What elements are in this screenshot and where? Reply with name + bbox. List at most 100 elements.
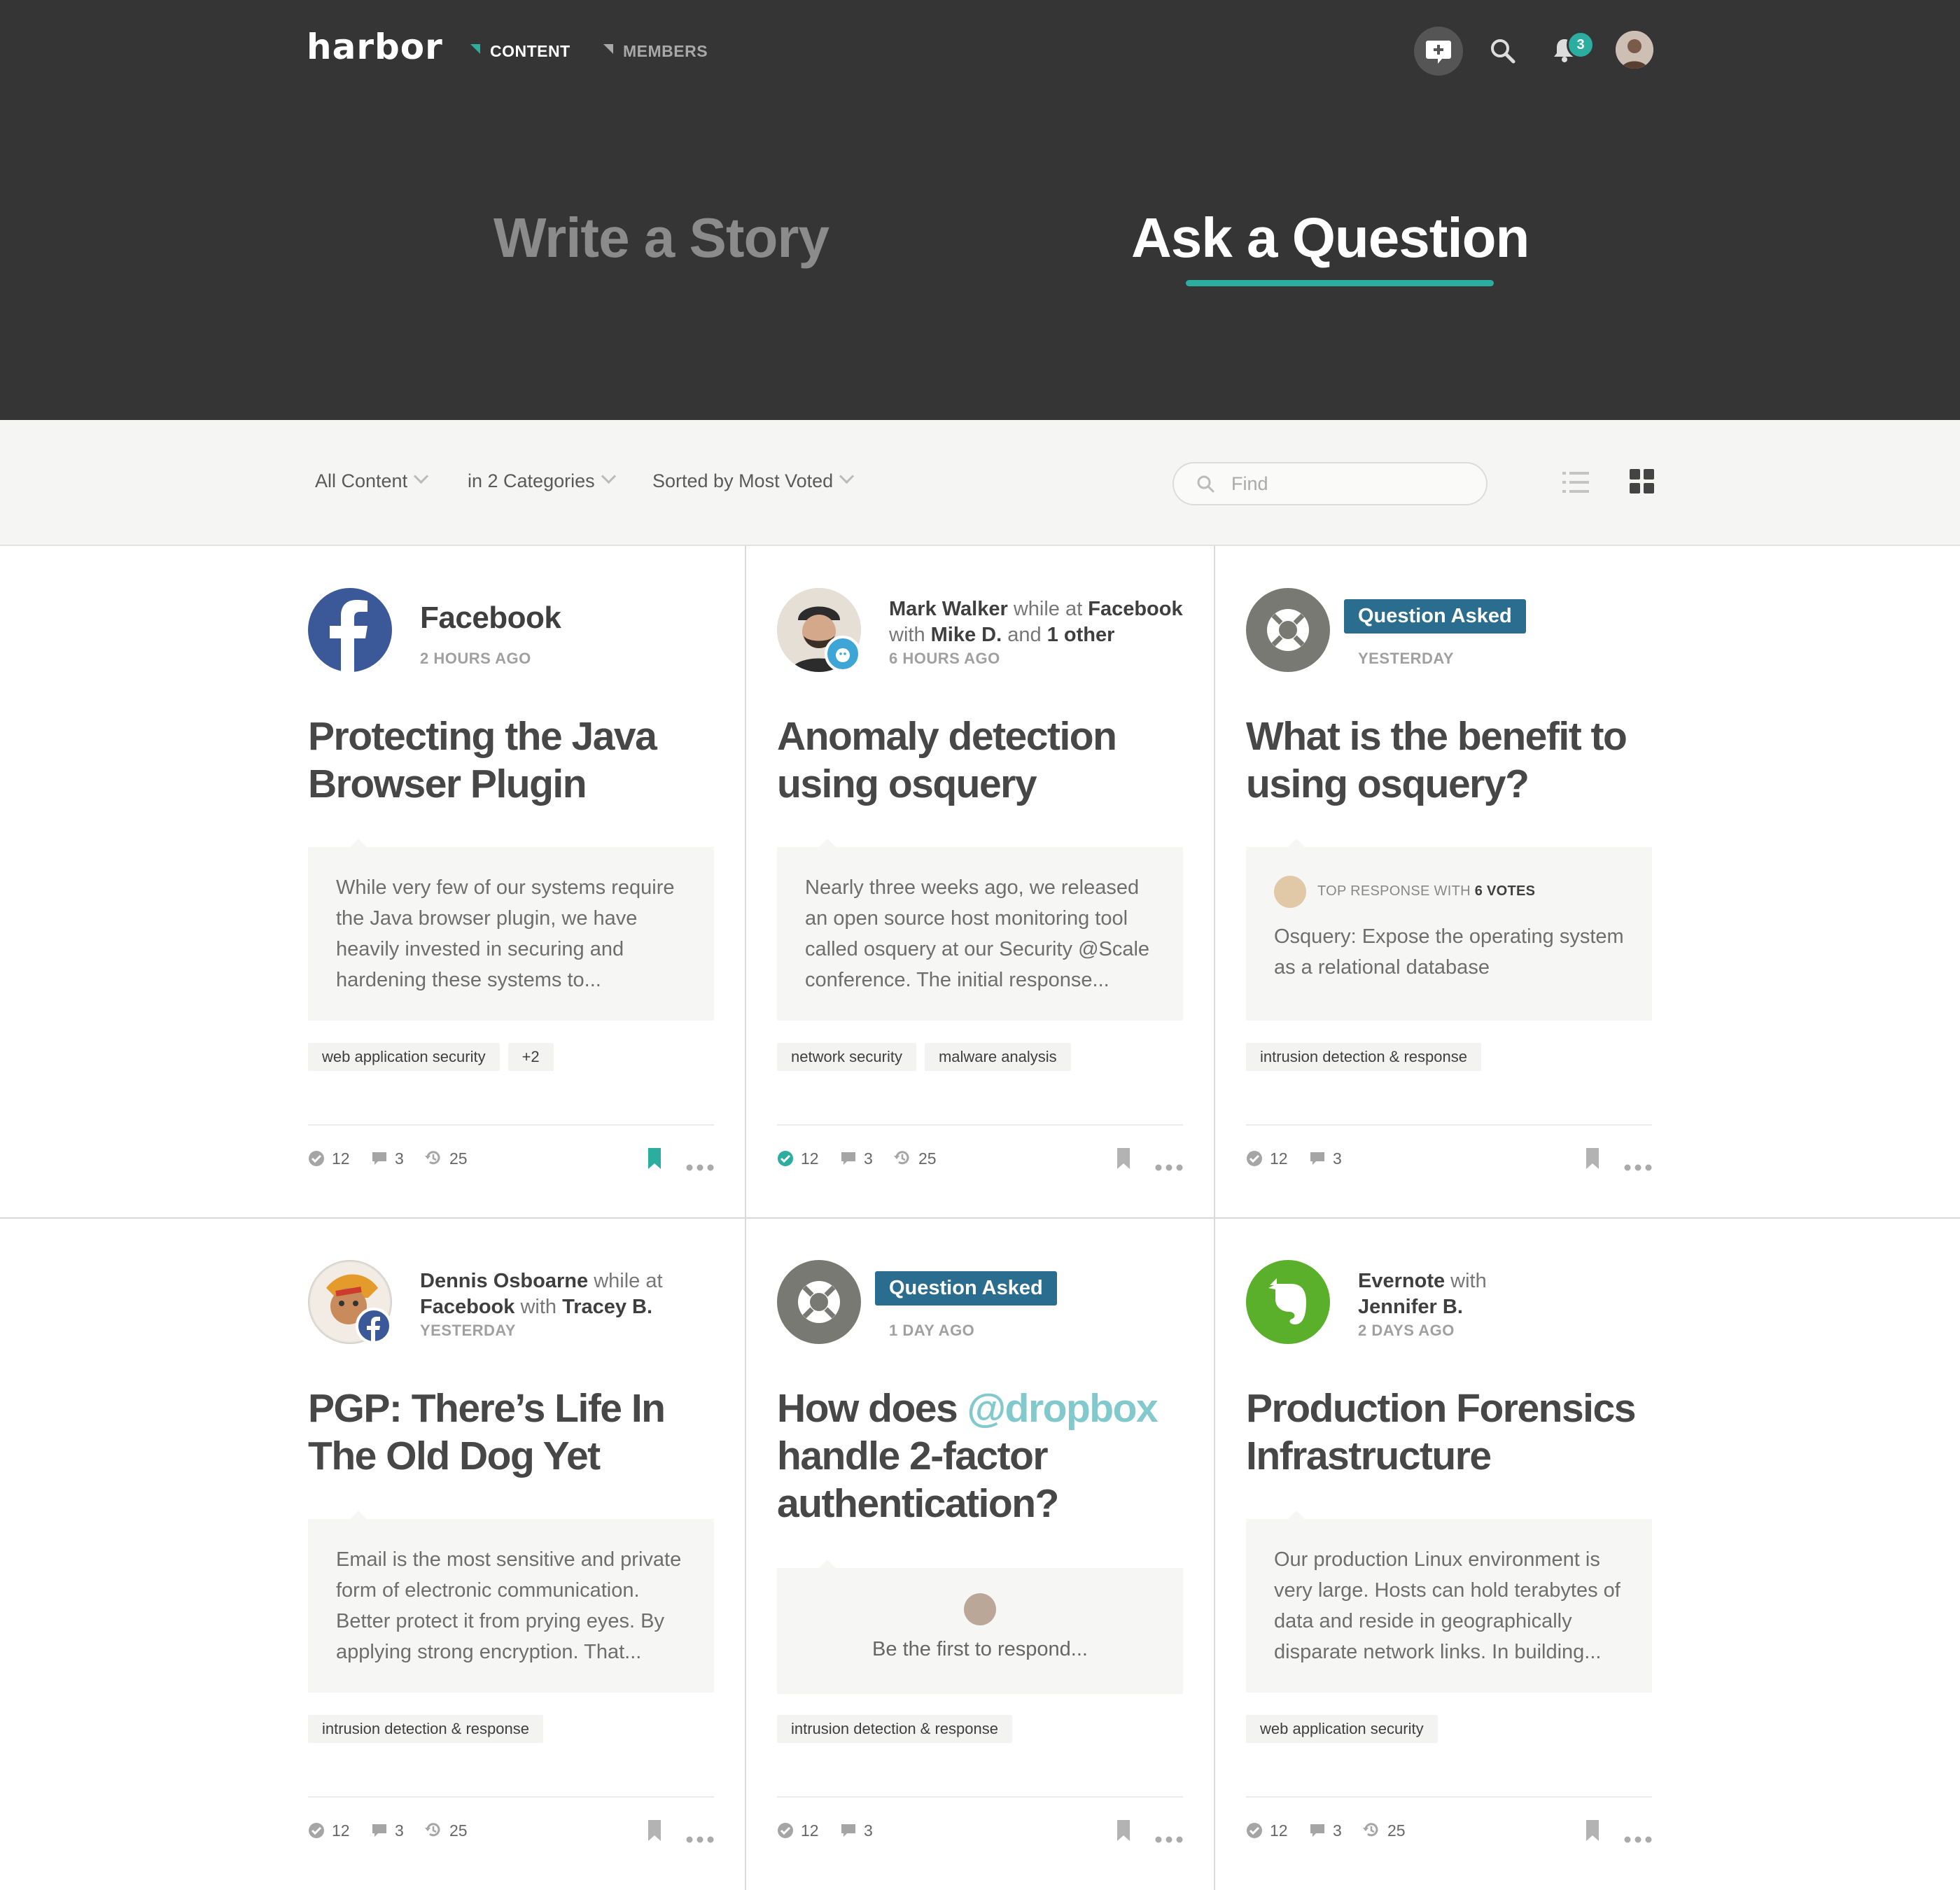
more-options-button[interactable] <box>686 1828 714 1847</box>
respond-prompt[interactable]: Be the first to respond... <box>777 1560 1183 1694</box>
content-card[interactable]: Question Asked YESTERDAY What is the ben… <box>1246 588 1652 1204</box>
more-options-button[interactable] <box>1155 1828 1183 1847</box>
row-divider <box>0 1217 1960 1219</box>
triangle-icon <box>603 44 613 54</box>
bookmark-button[interactable] <box>1116 1820 1131 1845</box>
votes[interactable]: 12 <box>777 1820 819 1841</box>
comments[interactable]: 3 <box>840 1148 873 1169</box>
user-avatar[interactable] <box>1616 31 1653 69</box>
coauthor-name[interactable]: Tracey B. <box>562 1296 652 1318</box>
more-options-button[interactable] <box>686 1156 714 1175</box>
facebook-icon <box>330 600 368 672</box>
nav-content[interactable]: CONTENT <box>470 42 570 61</box>
category-filter-dropdown[interactable]: in 2 Categories <box>468 468 616 492</box>
card-title[interactable]: How does @dropbox handle 2-factor authen… <box>777 1385 1183 1527</box>
bookmark-button[interactable] <box>647 1820 662 1845</box>
card-stats: 12 3 25 <box>777 1148 1183 1171</box>
history-icon <box>1363 1823 1378 1837</box>
votes[interactable]: 12 <box>1246 1148 1288 1169</box>
top-response-text: Osquery: Expose the operating system as … <box>1274 925 1624 979</box>
tag[interactable]: network security <box>777 1043 916 1071</box>
votes[interactable]: 12 <box>777 1148 819 1169</box>
mention-link[interactable]: @dropbox <box>967 1386 1158 1431</box>
bookmark-button[interactable] <box>647 1148 662 1173</box>
lifebuoy-icon <box>1267 609 1309 651</box>
current-user-avatar <box>964 1593 996 1625</box>
grid-view-button[interactable] <box>1628 468 1656 499</box>
filter-bar: All Content in 2 Categories Sorted by Mo… <box>0 420 1960 546</box>
card-divider <box>1246 1796 1652 1798</box>
bookmark-icon <box>1586 1148 1599 1169</box>
card-title[interactable]: Protecting the Java Browser Plugin <box>308 713 714 808</box>
views[interactable]: 25 <box>1362 1820 1406 1841</box>
list-view-button[interactable] <box>1561 468 1590 500</box>
search-button[interactable] <box>1487 35 1519 67</box>
source-name[interactable]: Facebook <box>420 601 561 636</box>
org-name[interactable]: Facebook <box>420 1296 514 1318</box>
views[interactable]: 25 <box>424 1820 468 1841</box>
views[interactable]: 25 <box>424 1148 468 1169</box>
top-response-label: TOP RESPONSE WITH <box>1317 883 1471 899</box>
votes[interactable]: 12 <box>308 1148 350 1169</box>
bookmark-button[interactable] <box>1585 1148 1600 1173</box>
comments[interactable]: 3 <box>840 1820 873 1841</box>
more-icon <box>1624 1836 1652 1843</box>
org-name[interactable]: Facebook <box>1088 598 1182 620</box>
tag[interactable]: intrusion detection & response <box>777 1715 1012 1743</box>
nav-members[interactable]: MEMBERS <box>603 42 708 61</box>
content-card[interactable]: Evernote with Jennifer B. 2 DAYS AGO Pro… <box>1246 1260 1652 1876</box>
new-post-button[interactable] <box>1414 27 1463 76</box>
tag[interactable]: web application security <box>308 1043 500 1071</box>
tag[interactable]: malware analysis <box>924 1043 1071 1071</box>
content-filter-dropdown[interactable]: All Content <box>315 468 429 492</box>
content-card[interactable]: Question Asked 1 DAY AGO How does @dropb… <box>777 1260 1183 1876</box>
content-card[interactable]: Mark Walker while at Facebook with Mike … <box>777 588 1183 1204</box>
views[interactable]: 25 <box>893 1148 937 1169</box>
content-card[interactable]: Facebook 2 HOURS AGO Protecting the Java… <box>308 588 714 1204</box>
more-tags[interactable]: +2 <box>507 1043 554 1071</box>
tab-ask-question[interactable]: Ask a Question <box>1131 206 1530 270</box>
tag-list: web application security <box>1246 1715 1446 1743</box>
card-title[interactable]: PGP: There’s Life In The Old Dog Yet <box>308 1385 714 1480</box>
top-response-header: TOP RESPONSE WITH 6 VOTES <box>1274 875 1624 908</box>
comments-count: 3 <box>1333 1821 1342 1840</box>
card-title[interactable]: Production Forensics Infrastructure <box>1246 1385 1652 1480</box>
org-name[interactable]: Evernote <box>1358 1270 1445 1292</box>
comments[interactable]: 3 <box>1309 1148 1342 1169</box>
author-name[interactable]: Mark Walker <box>889 598 1008 620</box>
tab-write-story[interactable]: Write a Story <box>493 206 830 270</box>
comment-icon <box>372 1152 386 1165</box>
tag[interactable]: intrusion detection & response <box>1246 1043 1481 1071</box>
other-coauthors[interactable]: 1 other <box>1047 624 1115 646</box>
nav-members-label: MEMBERS <box>623 42 708 60</box>
comments-count: 3 <box>864 1149 873 1168</box>
sort-label: Sorted by Most Voted <box>652 470 834 491</box>
votes[interactable]: 12 <box>1246 1820 1288 1841</box>
byline-text: with <box>520 1296 557 1318</box>
card-title[interactable]: What is the benefit to using osquery? <box>1246 713 1652 808</box>
bookmark-button[interactable] <box>1116 1148 1131 1173</box>
sort-dropdown[interactable]: Sorted by Most Voted <box>652 468 855 492</box>
votes[interactable]: 12 <box>308 1820 350 1841</box>
more-options-button[interactable] <box>1624 1156 1652 1175</box>
coauthor-name[interactable]: Jennifer B. <box>1358 1296 1463 1318</box>
comments[interactable]: 3 <box>371 1820 404 1841</box>
tag[interactable]: web application security <box>1246 1715 1438 1743</box>
tag[interactable]: intrusion detection & response <box>308 1715 543 1743</box>
comments[interactable]: 3 <box>1309 1820 1342 1841</box>
more-options-button[interactable] <box>1624 1828 1652 1847</box>
card-title[interactable]: Anomaly detection using osquery <box>777 713 1183 808</box>
bookmark-button[interactable] <box>1585 1820 1600 1845</box>
logo[interactable]: harbor <box>307 27 443 67</box>
more-options-button[interactable] <box>1155 1156 1183 1175</box>
coauthor-name[interactable]: Mike D. <box>931 624 1002 646</box>
check-circle-icon <box>1247 1823 1262 1838</box>
content-card[interactable]: Dennis Osboarne while at Facebook with T… <box>308 1260 714 1876</box>
find-input[interactable] <box>1230 469 1471 498</box>
user-photo <box>1616 31 1653 69</box>
card-stats: 12 3 <box>777 1820 1183 1843</box>
top-response[interactable]: TOP RESPONSE WITH 6 VOTES Osquery: Expos… <box>1246 839 1652 1021</box>
comment-icon <box>1310 1152 1324 1165</box>
author-name[interactable]: Dennis Osboarne <box>420 1270 588 1292</box>
comments[interactable]: 3 <box>371 1148 404 1169</box>
